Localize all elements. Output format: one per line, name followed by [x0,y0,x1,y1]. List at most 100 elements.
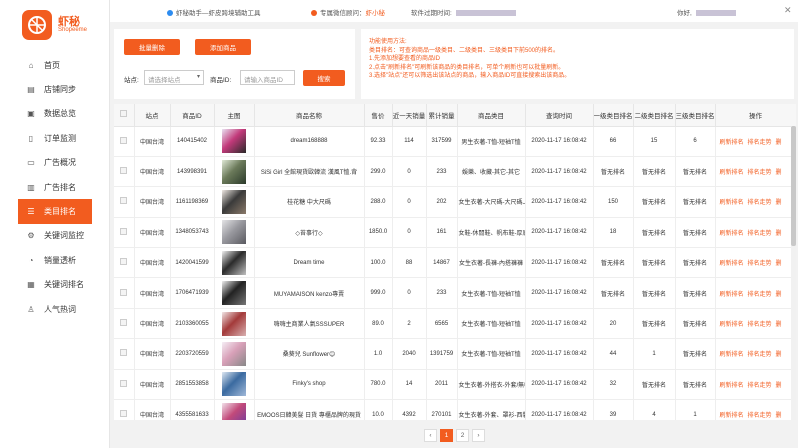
refresh-rank-link[interactable]: 刷新排名 [720,383,744,389]
row-checkbox[interactable] [120,167,128,175]
cell-total: 2011 [426,369,458,401]
cell-name: dream168888 [254,126,365,157]
column-header: 累计销量 [426,104,458,127]
cell-r1: 39 [593,399,634,420]
page-1-button[interactable]: 1 [440,429,453,442]
delete-link[interactable]: 删 [776,322,782,328]
refresh-rank-link[interactable]: 刷新排名 [720,322,744,328]
cell-name: 桑葵兒 Sunflower😊 [254,338,365,370]
product-thumbnail[interactable] [222,372,246,397]
next-page-button[interactable]: › [472,429,485,442]
cell-price: 1850.0 [364,217,393,249]
add-product-button[interactable]: 添加商品 [195,39,251,55]
user-greeting: 你好, [677,7,736,17]
sidebar-item-9[interactable]: ▦ 关键词排名 [0,273,110,297]
delete-link[interactable]: 删 [776,170,782,176]
product-thumbnail[interactable] [222,250,246,275]
delete-link[interactable]: 删 [776,231,782,237]
row-checkbox[interactable] [120,410,128,418]
product-thumbnail[interactable] [222,189,246,214]
table-scrollbar[interactable] [791,126,796,420]
refresh-rank-link[interactable]: 刷新排名 [720,170,744,176]
product-thumbnail[interactable] [222,281,246,306]
rank-trend-link[interactable]: 排名走势 [748,413,772,419]
row-checkbox[interactable] [120,227,128,235]
select-all-checkbox[interactable] [120,110,128,118]
rank-trend-link[interactable]: 排名走势 [748,383,772,389]
cell-time: 2020-11-17 16:08:42 [525,308,594,340]
sidebar-item-0[interactable]: ⌂ 首页 [0,53,110,77]
row-checkbox-cell [114,217,135,249]
delete-link[interactable]: 删 [776,383,782,389]
row-checkbox[interactable] [120,258,128,266]
scrollbar-thumb[interactable] [791,126,796,246]
site-select[interactable]: 请选择站点 ▾ [144,70,204,85]
sidebar-item-1[interactable]: ▤ 店铺同步 [0,77,110,101]
logo [22,10,52,40]
rank-trend-link[interactable]: 排名走势 [748,292,772,298]
product-thumbnail[interactable] [222,341,246,366]
refresh-rank-link[interactable]: 刷新排名 [720,352,744,358]
rank-trend-link[interactable]: 排名走势 [748,140,772,146]
refresh-rank-link[interactable]: 刷新排名 [720,413,744,419]
refresh-rank-link[interactable]: 刷新排名 [720,292,744,298]
refresh-rank-link[interactable]: 刷新排名 [720,200,744,206]
row-checkbox[interactable] [120,319,128,327]
product-thumbnail[interactable] [222,311,246,336]
delete-link[interactable]: 删 [776,200,782,206]
rank-trend-link[interactable]: 排名走势 [748,200,772,206]
delete-link[interactable]: 删 [776,413,782,419]
search-button[interactable]: 搜索 [303,70,345,86]
row-checkbox[interactable] [120,349,128,357]
cell-day: 0 [392,277,427,309]
row-checkbox[interactable] [120,379,128,387]
row-checkbox[interactable] [120,288,128,296]
batch-delete-button[interactable]: 批量删除 [124,39,180,55]
cell-time: 2020-11-17 16:08:42 [525,369,594,401]
service-text: 专属微信顾问：虾小秘 [311,7,385,17]
sidebar-item-7[interactable]: ⚙ 关键词监控 [0,224,110,248]
rank-trend-link[interactable]: 排名走势 [748,322,772,328]
row-checkbox[interactable] [120,197,128,205]
sidebar-item-5[interactable]: ▥ 广告排名 [0,175,110,199]
sidebar-item-10[interactable]: ♙ 人气热词 [0,297,110,321]
table-row: 中国台湾 1161198369 桂花糖 中大尺碼 288.0 0 202 女生衣著-大尺碼-… [114,186,796,218]
row-checkbox-cell [114,156,135,188]
cell-day: 2 [392,308,427,340]
product-thumbnail[interactable] [222,402,246,420]
page-2-button[interactable]: 2 [456,429,469,442]
refresh-rank-link[interactable]: 刷新排名 [720,261,744,267]
delete-link[interactable]: 删 [776,292,782,298]
cell-price: 1.0 [364,338,393,370]
refresh-rank-link[interactable]: 刷新排名 [720,140,744,146]
rank-trend-link[interactable]: 排名走势 [748,261,772,267]
instructions-panel: 功能使用方法: 类目排名：可查询商品一级类目、二级类目、三级类目下前500的排名… [361,29,794,99]
rank-trend-link[interactable]: 排名走势 [748,352,772,358]
sidebar-item-4[interactable]: ▭ 广告概况 [0,151,110,175]
product-thumbnail[interactable] [222,220,246,245]
sidebar-item-label: 店铺同步 [44,85,76,95]
row-checkbox[interactable] [120,136,128,144]
close-icon[interactable]: ✕ [784,5,792,16]
cell-time: 2020-11-17 16:08:42 [525,399,594,420]
rank-trend-link[interactable]: 排名走势 [748,231,772,237]
rank-trend-link[interactable]: 排名走势 [748,170,772,176]
sidebar-item-6[interactable]: ☰ 类目排名 [18,199,92,224]
sidebar-item-8[interactable]: ◔ 销量透析 [0,248,110,272]
cell-r3: 暂无排名 [675,369,716,401]
service-name[interactable]: 虾小秘 [366,10,386,17]
product-thumbnail[interactable] [222,129,246,154]
prev-page-button[interactable]: ‹ [424,429,437,442]
cell-r3: 暂无排名 [675,217,716,249]
actions-cell: 刷新排名 排名走势删 [715,126,796,157]
product-id-input[interactable]: 请输入商品ID [240,70,295,85]
cell-site: 中国台湾 [134,308,171,340]
delete-link[interactable]: 删 [776,140,782,146]
refresh-rank-link[interactable]: 刷新排名 [720,231,744,237]
sidebar-item-2[interactable]: ▣ 数据总览 [0,102,110,126]
cell-cat: 娛樂、收藏-其它-其它 [457,156,526,188]
delete-link[interactable]: 删 [776,352,782,358]
sidebar-item-3[interactable]: ▯ 订单监测 [0,126,110,150]
delete-link[interactable]: 删 [776,261,782,267]
product-thumbnail[interactable] [222,159,246,184]
